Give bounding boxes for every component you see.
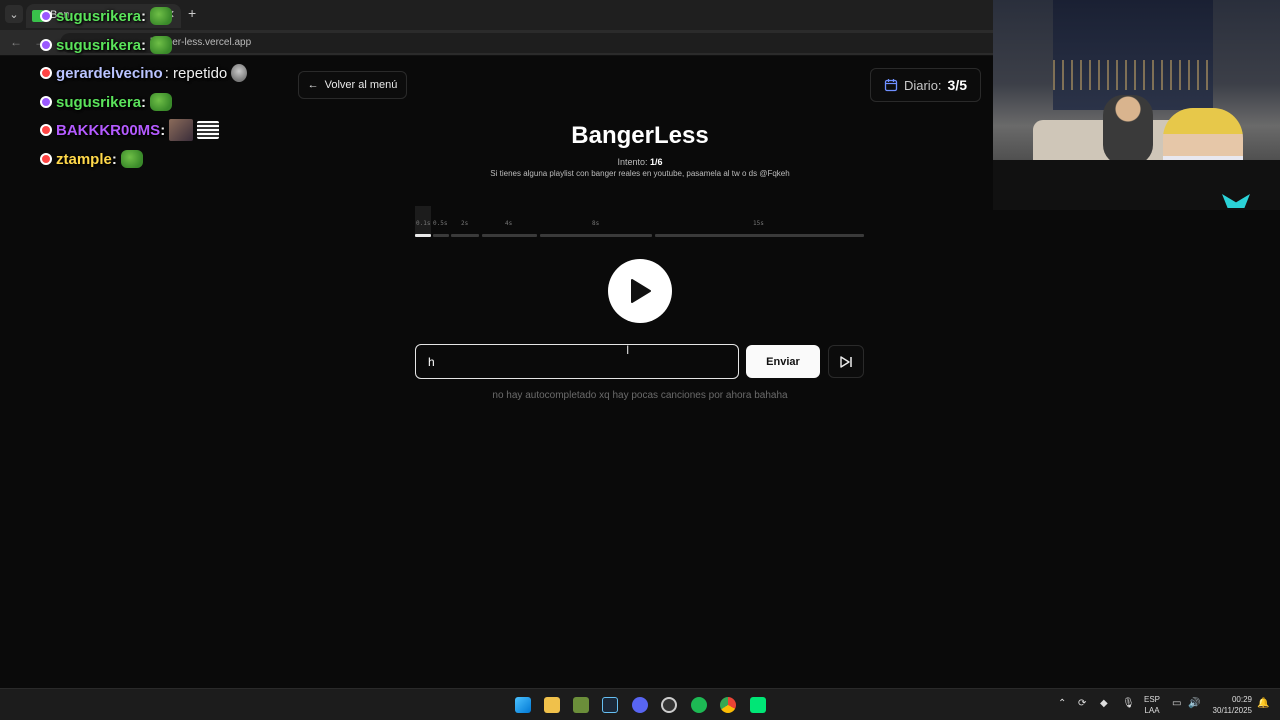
segment-bar [540,234,652,237]
kick-icon[interactable] [750,697,766,713]
page-title: BangerLess [571,122,709,149]
playlist-hint: Si tienes alguna playlist con banger rea… [490,169,790,178]
obs-icon[interactable] [661,697,677,713]
spotify-icon[interactable] [691,697,707,713]
calendar-icon [884,79,898,92]
back-to-menu-button[interactable]: ← Volver al menú [298,71,407,99]
clock-date: 30/11/2025 [1212,706,1252,715]
webcam-person [1103,95,1153,165]
segment-bar [415,234,431,237]
chat-badge-icon [40,96,52,108]
chevron-up-icon[interactable]: ⌃ [1058,698,1066,709]
chat-username: sugusrikera [56,7,142,25]
chat-badge-icon [40,10,52,22]
language-code: ESP [1144,695,1161,704]
pepe-emote-icon [150,93,173,111]
discord-icon[interactable] [632,697,648,713]
face-emote-icon [169,119,194,141]
chat-message: sugusrikera : [40,4,173,28]
keyboard-layout: LAA [1144,706,1160,715]
chat-badge-icon [40,39,52,51]
chat-username: sugusrikera [56,93,142,111]
chat-username: sugusrikera [56,36,142,54]
chat-text: : [141,93,147,111]
pepe-emote-icon [120,150,143,168]
segment-label: 4s [505,220,513,227]
system-clock[interactable]: 00:29 30/11/2025 [1213,694,1252,716]
segment-labels: 0.1s 0.5s 2s 4s 8s 15s [415,220,865,230]
skip-forward-icon [840,355,852,368]
segment-label: 0.5s [433,220,448,227]
back-arrow-icon[interactable]: ← [10,35,22,49]
daily-label: Diario: [903,77,942,93]
chat-message: BAKKKR00MS : [40,118,220,142]
chrome-icon[interactable] [720,697,736,713]
attempt-value: 1/6 [650,157,663,167]
chat-text: : [141,36,147,54]
taskbar: ⌃ ⟳ ◆ 🎙 ESP LAA ▭ 🔊 00:29 30/11/2025 🔔 [0,688,1280,720]
daily-counter: Diario: 3/5 [870,68,981,102]
segment-bar [451,234,479,237]
pepe-emote-icon [150,7,173,25]
segment-label: 2s [461,220,469,227]
arrow-left-icon: ← [307,79,319,91]
webcam-overlay [993,0,1280,210]
chevron-down-icon: ⌄ [9,8,19,21]
microphone-icon[interactable]: 🎙 [1122,698,1135,709]
file-explorer-icon[interactable] [544,697,560,713]
daily-value: 3/5 [947,77,968,93]
segment-bar [655,234,864,237]
chat-message: sugusrikera : [40,33,173,57]
chat-username: BAKKKR00MS [56,121,161,139]
clock-time: 00:29 [1231,695,1252,704]
sync-icon[interactable]: ⟳ [1078,698,1086,709]
new-tab-icon[interactable]: + [188,5,196,21]
play-icon [631,279,651,303]
network-icon[interactable]: ▭ [1172,698,1181,709]
play-button[interactable] [608,259,672,323]
segment-label: 15s [753,220,764,227]
shield-icon[interactable]: ◆ [1100,698,1108,709]
text-cursor-icon: I [626,343,630,357]
pepe-emote-icon [150,36,173,54]
language-indicator[interactable]: ESP LAA [1144,694,1160,716]
chat-text: : [111,150,117,168]
tab-search-button[interactable]: ⌄ [5,5,23,23]
attempt-label: Intento: [617,157,650,167]
windows-start-icon[interactable] [515,697,531,713]
chat-message: sugusrikera : [40,90,173,114]
skip-button[interactable] [828,345,864,378]
autocomplete-note: no hay autocompletado xq hay pocas canci… [492,390,788,401]
chat-text: : repetido [164,64,228,82]
notification-bell-icon[interactable]: 🔔 [1257,698,1269,709]
segment-bar [433,234,449,237]
chat-text: : [160,121,166,139]
minecraft-icon[interactable] [573,697,589,713]
webcam-city-lights [1053,60,1213,90]
back-to-menu-label: Volver al menú [324,79,398,91]
volume-icon[interactable]: 🔊 [1188,698,1200,709]
chat-username: ztample [56,150,112,168]
steam-icon[interactable] [602,697,618,713]
chat-badge-icon [40,153,52,165]
chat-username: gerardelvecino [56,64,163,82]
send-button[interactable]: Enviar [746,345,820,378]
segment-label: 8s [592,220,600,227]
song-guess-input[interactable] [415,344,739,379]
attempt-counter: Intento: 1/6 [440,157,840,167]
sheet-emote-icon [197,121,220,139]
chat-message: gerardelvecino : repetido [40,61,248,85]
chat-badge-icon [40,67,52,79]
chat-badge-icon [40,124,52,136]
chat-text: : [141,7,147,25]
skull-emote-icon [231,64,248,82]
segment-bar [482,234,537,237]
webcam-window [1053,0,1213,110]
chat-message: ztample : [40,147,143,171]
segment-label: 0.1s [416,220,431,227]
